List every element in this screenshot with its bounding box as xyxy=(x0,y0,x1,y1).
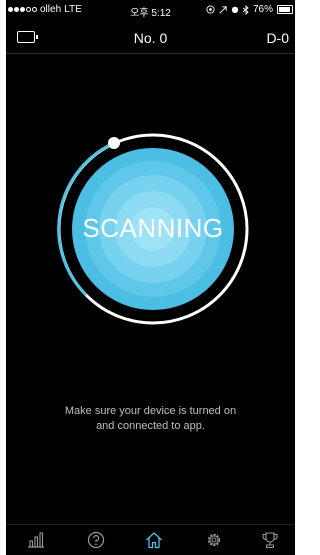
nav-item-stats[interactable] xyxy=(24,530,48,550)
scanner-ring-knob xyxy=(108,137,120,149)
status-right: 76% xyxy=(206,4,293,15)
connection-message: Make sure your device is turned on and c… xyxy=(16,404,285,434)
trophy-icon xyxy=(262,532,278,548)
location-icon xyxy=(206,5,215,14)
bluetooth-icon xyxy=(242,4,249,15)
chart-icon xyxy=(28,532,44,548)
nav-item-home[interactable] xyxy=(142,530,166,550)
home-icon xyxy=(146,532,162,549)
nav-item-help[interactable] xyxy=(84,530,108,550)
scanner[interactable]: SCANNING xyxy=(55,131,251,327)
header-divider xyxy=(6,53,295,54)
help-icon xyxy=(87,531,105,549)
nav-item-trophy[interactable] xyxy=(258,530,282,550)
alarm-icon xyxy=(231,6,239,14)
day-counter: D-0 xyxy=(266,30,289,46)
message-line-2: and connected to app. xyxy=(96,420,205,432)
status-battery-icon xyxy=(277,5,293,14)
arrow-icon xyxy=(219,5,227,14)
app-screen: olleh LTE 오후 5:12 76% No. 0 D-0 SCANNING… xyxy=(6,0,295,555)
settings-icon xyxy=(207,533,221,547)
page-title: No. 0 xyxy=(133,30,168,46)
battery-percent: 76% xyxy=(252,4,273,15)
header: No. 0 D-0 xyxy=(6,24,295,54)
status-bar: olleh LTE 오후 5:12 76% xyxy=(6,0,295,20)
status-battery-fill xyxy=(279,7,290,12)
nav-item-settings[interactable] xyxy=(202,530,226,550)
scanning-label: SCANNING xyxy=(82,213,224,243)
bottom-nav xyxy=(6,524,295,555)
message-line-1: Make sure your device is turned on xyxy=(64,405,237,417)
